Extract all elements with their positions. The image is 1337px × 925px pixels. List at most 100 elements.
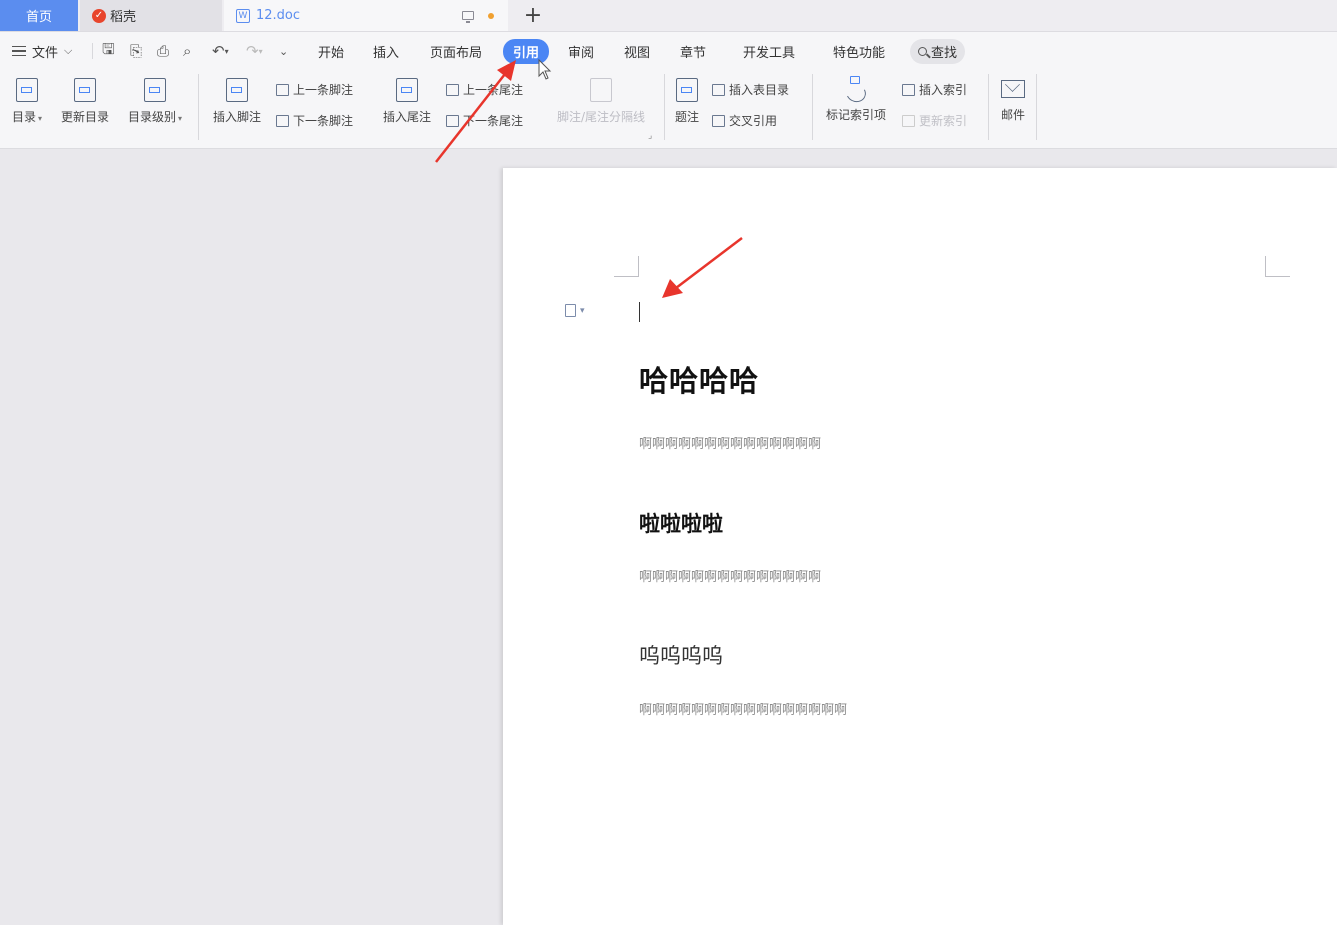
cross-reference-button[interactable]: 交叉引用 bbox=[712, 112, 777, 129]
tab-document-label: 12.doc bbox=[256, 8, 301, 23]
toc-level-button[interactable]: 目录级别 ▾ bbox=[122, 78, 188, 125]
prev-footnote-button[interactable]: 上一条脚注 bbox=[276, 81, 353, 98]
toc-button[interactable]: 目录 ▾ bbox=[8, 78, 46, 125]
cross-reference-icon bbox=[712, 114, 725, 127]
print-preview-icon[interactable]: ⌕ bbox=[183, 32, 191, 70]
dialog-launcher-icon[interactable]: ⌟ bbox=[648, 130, 652, 142]
tab-special-features[interactable]: 特色功能 bbox=[826, 32, 892, 70]
insert-table-of-figures-button[interactable]: 插入表目录 bbox=[712, 81, 789, 98]
divider bbox=[1036, 74, 1037, 140]
tab-developer[interactable]: 开发工具 bbox=[736, 32, 802, 70]
endnote-icon bbox=[396, 78, 418, 102]
document-page[interactable]: ▾ 哈哈哈哈 啊啊啊啊啊啊啊啊啊啊啊啊啊啊 啦啦啦啦 啊啊啊啊啊啊啊啊啊啊啊啊啊… bbox=[503, 168, 1337, 925]
update-index-label: 更新索引 bbox=[919, 114, 968, 128]
tab-insert[interactable]: 插入 bbox=[367, 32, 405, 70]
prev-endnote-button[interactable]: 上一条尾注 bbox=[446, 81, 523, 98]
update-toc-button[interactable]: 更新目录 bbox=[56, 78, 114, 125]
file-menu[interactable]: 文件 ⌵ bbox=[12, 32, 72, 70]
mail-label: 邮件 bbox=[1000, 108, 1025, 122]
search-label: 查找 bbox=[931, 45, 958, 61]
chevron-down-icon: ▾ bbox=[580, 305, 585, 316]
next-endnote-label: 下一条尾注 bbox=[463, 114, 524, 128]
mail-icon bbox=[1001, 80, 1025, 98]
body-paragraph-3: 啊啊啊啊啊啊啊啊啊啊啊啊啊啊啊啊 bbox=[639, 703, 848, 718]
prev-endnote-label: 上一条尾注 bbox=[463, 83, 524, 97]
save-icon[interactable]: 🖫 bbox=[102, 32, 115, 70]
tab-view[interactable]: 视图 bbox=[618, 32, 656, 70]
tab-special-features-label: 特色功能 bbox=[832, 45, 885, 61]
prev-endnote-icon bbox=[446, 83, 459, 96]
table-of-figures-icon bbox=[712, 83, 725, 96]
heading-3: 呜呜呜呜 bbox=[639, 644, 723, 668]
prev-footnote-icon bbox=[276, 83, 289, 96]
mark-index-entry-label: 标记索引项 bbox=[825, 108, 886, 122]
tab-developer-label: 开发工具 bbox=[742, 45, 795, 61]
daoke-logo-icon: ✓ bbox=[92, 8, 106, 23]
tab-chapter-label: 章节 bbox=[679, 45, 706, 61]
heading-1: 哈哈哈哈 bbox=[639, 364, 760, 398]
insert-index-icon bbox=[902, 83, 915, 96]
insert-footnote-label: 插入脚注 bbox=[212, 110, 261, 124]
divider bbox=[812, 74, 813, 140]
caption-label: 题注 bbox=[674, 110, 699, 124]
search-icon bbox=[918, 46, 927, 56]
cross-reference-label: 交叉引用 bbox=[729, 114, 778, 128]
undo-icon[interactable]: ↶ ▾ bbox=[212, 32, 229, 70]
search-button[interactable]: 查找 bbox=[910, 32, 966, 70]
menu-bar: 文件 ⌵ 🖫 ⎘ ⎙ ⌕ ↶ ▾ ↷ ▾ ⌄ 开始 插入 页面布局 引用 审阅 视图… bbox=[0, 32, 1337, 70]
insert-footnote-button[interactable]: 插入脚注 bbox=[208, 78, 266, 125]
tab-home-label: 首页 bbox=[25, 10, 52, 25]
hamburger-icon bbox=[12, 46, 26, 56]
heading-2: 啦啦啦啦 bbox=[639, 511, 723, 536]
word-doc-icon: W bbox=[236, 8, 250, 23]
margin-corner-mark bbox=[1265, 256, 1290, 277]
update-index-button[interactable]: 更新索引 bbox=[902, 112, 967, 129]
mark-index-icon bbox=[844, 76, 868, 102]
print-icon[interactable]: ⎙ bbox=[157, 32, 169, 70]
divider bbox=[92, 43, 93, 59]
prev-footnote-label: 上一条脚注 bbox=[293, 83, 354, 97]
mark-index-entry-button[interactable]: 标记索引项 bbox=[820, 76, 892, 123]
tab-home[interactable]: 首页 bbox=[0, 0, 78, 31]
footnote-separator-button[interactable]: 脚注/尾注分隔线 bbox=[548, 78, 654, 125]
update-index-icon bbox=[902, 114, 915, 127]
tab-page-layout-label: 页面布局 bbox=[429, 45, 482, 61]
customize-toolbar-icon[interactable]: ⌄ bbox=[279, 32, 288, 70]
tab-daoke-label: 稻壳 bbox=[110, 10, 137, 25]
next-endnote-button[interactable]: 下一条尾注 bbox=[446, 112, 523, 129]
tab-references[interactable]: 引用 bbox=[500, 32, 552, 70]
format-painter-icon[interactable]: ⎘ bbox=[130, 32, 142, 70]
tab-daoke[interactable]: ✓ 稻壳 bbox=[80, 0, 222, 31]
chevron-down-icon: ⌵ bbox=[64, 44, 73, 57]
tab-document[interactable]: W 12.doc bbox=[224, 0, 508, 31]
toc-level-icon bbox=[144, 78, 166, 102]
screen-share-icon[interactable] bbox=[462, 11, 474, 23]
mail-button[interactable]: 邮件 bbox=[994, 76, 1032, 123]
tab-chapter[interactable]: 章节 bbox=[674, 32, 712, 70]
caption-button[interactable]: 题注 bbox=[672, 78, 702, 125]
divider bbox=[664, 74, 665, 140]
file-menu-label: 文件 bbox=[32, 45, 59, 61]
insert-index-button[interactable]: 插入索引 bbox=[902, 81, 967, 98]
footnote-separator-label: 脚注/尾注分隔线 bbox=[556, 110, 646, 124]
paragraph-layout-button[interactable]: ▾ bbox=[565, 304, 585, 317]
caption-icon bbox=[676, 78, 698, 102]
divider bbox=[988, 74, 989, 140]
tab-references-label: 引用 bbox=[502, 38, 549, 64]
toc-label: 目录 bbox=[11, 110, 36, 124]
next-endnote-icon bbox=[446, 114, 459, 127]
redo-icon[interactable]: ↷ ▾ bbox=[246, 32, 263, 70]
footnote-icon bbox=[226, 78, 248, 102]
references-ribbon: 目录 ▾ 更新目录 目录级别 ▾ 插入脚注 上一条脚注 下一条脚注 插入尾注 上一条… bbox=[0, 70, 1337, 149]
insert-index-label: 插入索引 bbox=[919, 83, 968, 97]
margin-corner-mark bbox=[614, 256, 639, 277]
insert-endnote-button[interactable]: 插入尾注 bbox=[378, 78, 436, 125]
tab-page-layout[interactable]: 页面布局 bbox=[424, 32, 488, 70]
tab-review[interactable]: 审阅 bbox=[562, 32, 600, 70]
new-tab-button[interactable]: + bbox=[520, 0, 546, 31]
tab-start[interactable]: 开始 bbox=[312, 32, 350, 70]
toc-icon bbox=[16, 78, 38, 102]
tab-insert-label: 插入 bbox=[372, 45, 399, 61]
tab-start-label: 开始 bbox=[317, 45, 344, 61]
next-footnote-button[interactable]: 下一条脚注 bbox=[276, 112, 353, 129]
